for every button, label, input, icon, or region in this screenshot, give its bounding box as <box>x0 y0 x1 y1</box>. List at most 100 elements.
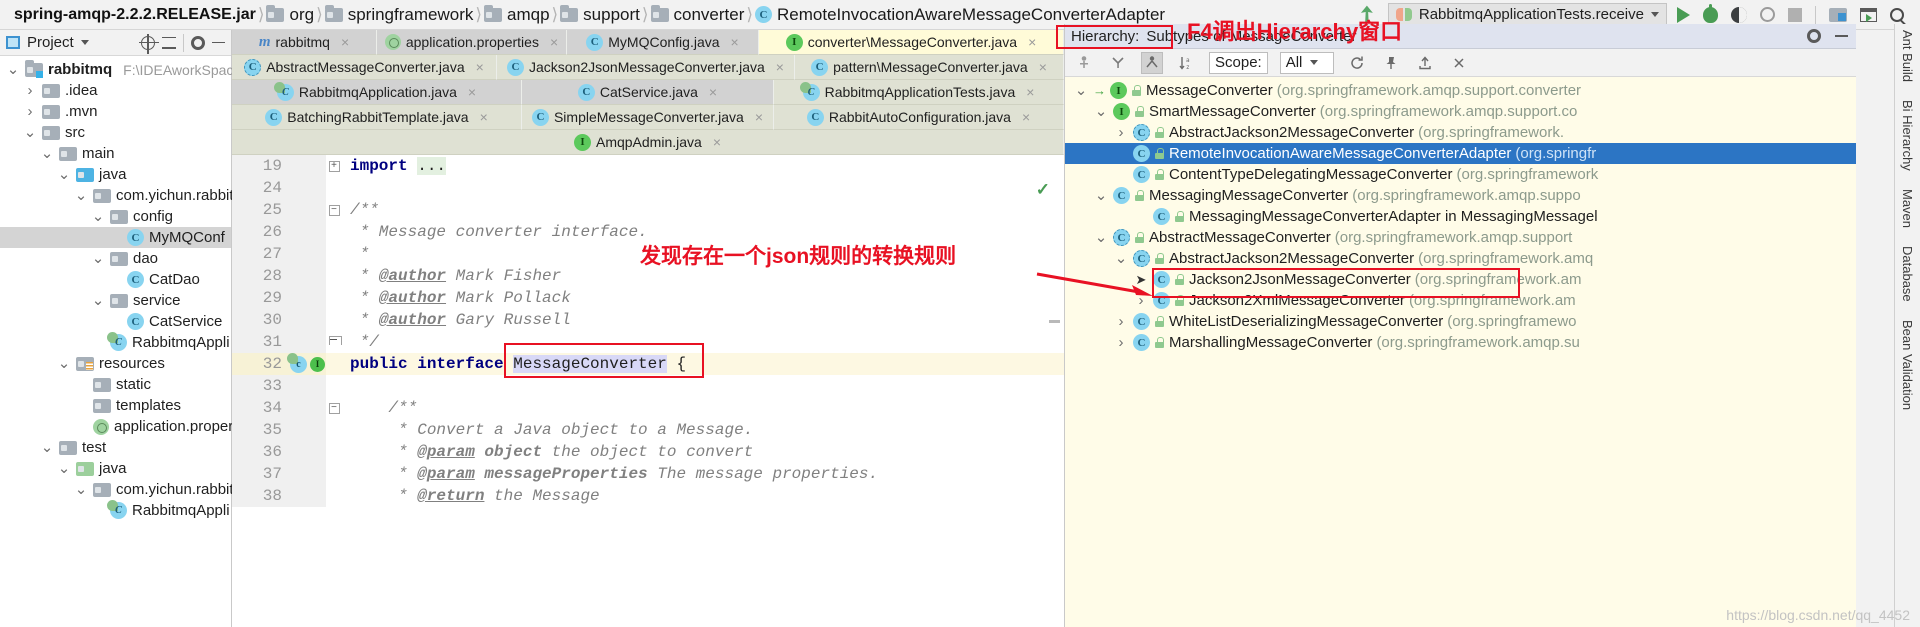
project-tree-item[interactable]: static <box>0 374 231 395</box>
run-with-coverage-icon[interactable] <box>1731 6 1747 23</box>
gutter-icons[interactable] <box>290 287 326 309</box>
project-tree-item[interactable]: ⌄ resources <box>0 353 231 374</box>
editor-tab[interactable]: I AmqpAdmin.java × <box>232 130 1064 155</box>
gutter-icons[interactable]: cI <box>287 352 326 375</box>
project-tree-item[interactable]: C RabbitmqAppli <box>0 332 231 353</box>
gutter-icons[interactable] <box>290 199 326 221</box>
gutter-icons[interactable] <box>290 243 326 265</box>
chevron-down-icon[interactable]: ⌄ <box>40 146 54 161</box>
project-tree-item[interactable]: ⌄ rabbitmq F:\IDEAworkSpace\rab <box>0 59 265 80</box>
code-line[interactable]: 35 * Convert a Java object to a Message. <box>232 419 1064 441</box>
code-viewport[interactable]: 19 + import ... 24 25−/** 26 * Message conver… <box>232 155 1064 627</box>
gutter-icons[interactable] <box>290 221 326 243</box>
scroll-from-source-icon[interactable] <box>139 33 159 54</box>
close-icon[interactable]: × <box>470 59 484 75</box>
chevron-right-icon[interactable]: › <box>23 82 37 99</box>
code-fold-toggle[interactable]: − <box>326 397 342 419</box>
project-tree-item[interactable]: application.proper <box>0 416 233 437</box>
chevron-down-icon[interactable]: ⌄ <box>40 440 54 455</box>
hierarchy-tree-item[interactable]: ⌄ → I MessageConverter (org.springframework… <box>1065 80 1856 101</box>
project-tree-item[interactable]: › .idea <box>0 80 231 101</box>
code-line[interactable]: 37 * @param messageProperties The messag… <box>232 463 1064 485</box>
chevron-down-icon[interactable]: ⌄ <box>91 209 105 224</box>
export-icon[interactable] <box>1414 52 1436 74</box>
hierarchy-tree-item[interactable]: ⌄ C MessagingMessageConverter (org.springf… <box>1065 185 1856 206</box>
collapse-all-icon[interactable] <box>162 36 176 49</box>
close-icon[interactable] <box>1448 52 1470 74</box>
gutter-icons[interactable] <box>290 441 326 463</box>
editor-tab[interactable]: C RabbitAutoConfiguration.java × <box>774 105 1064 130</box>
breadcrumb-item-amqp[interactable]: amqp <box>502 5 550 25</box>
search-everywhere-icon[interactable] <box>1890 7 1904 22</box>
code-line[interactable]: 34 − /** <box>232 397 1064 419</box>
hierarchy-tree-item[interactable]: › C MarshallingMessageConverter (org.sprin… <box>1065 332 1856 353</box>
select-opened-file-icon[interactable] <box>1860 7 1877 22</box>
chevron-down-icon[interactable]: ⌄ <box>74 482 88 497</box>
chevron-down-icon[interactable]: ⌄ <box>1093 104 1109 119</box>
editor-tab[interactable]: C RabbitmqApplication.java × <box>232 80 522 105</box>
chevron-right-icon[interactable]: › <box>1113 334 1129 351</box>
hierarchy-tree-item[interactable]: › C WhiteListDeserializingMessageConverter… <box>1065 311 1856 332</box>
tool-button-maven[interactable]: Maven <box>1900 189 1915 228</box>
close-icon[interactable]: × <box>335 34 349 50</box>
stop-icon[interactable] <box>1788 7 1802 22</box>
close-icon[interactable]: × <box>703 84 717 100</box>
hierarchy-tree-item[interactable]: C MessagingMessageConverterAdapter in Mes… <box>1065 206 1856 227</box>
code-line[interactable]: 19 + import ... <box>232 155 1064 177</box>
project-tree-item[interactable]: C CatDao <box>0 269 231 290</box>
chevron-down-icon[interactable]: ⌄ <box>23 125 37 140</box>
gutter-icons[interactable] <box>290 331 326 353</box>
chevron-down-icon[interactable]: ⌄ <box>57 461 71 476</box>
hierarchy-tree-item[interactable]: ⌄ C AbstractMessageConverter (org.springfr… <box>1065 227 1856 248</box>
project-tree-item[interactable]: ⌄ main <box>0 143 231 164</box>
code-fold-toggle[interactable]: + <box>326 155 342 177</box>
breadcrumb-item-springframework[interactable]: springframework <box>343 5 474 25</box>
project-tree-item[interactable]: ⌄ com.yichun.rabbit <box>0 479 234 500</box>
hierarchy-tree-item[interactable]: ⌄ C AbstractJackson2MessageConverter (org.… <box>1065 248 1856 269</box>
gutter-icons[interactable] <box>290 375 326 397</box>
code-line[interactable]: 29 * @author Mark Pollack <box>232 287 1064 309</box>
project-tree-item[interactable]: ⌄ src <box>0 122 231 143</box>
sort-alphabetically-icon[interactable]: az <box>1175 52 1197 74</box>
close-icon[interactable]: × <box>1016 109 1030 125</box>
gutter-icons[interactable] <box>290 309 326 331</box>
project-tree-item[interactable]: C MyMQConf <box>0 227 231 248</box>
editor-tab[interactable]: C MyMQConfig.java × <box>567 30 759 55</box>
close-icon[interactable]: × <box>749 109 763 125</box>
hierarchy-tree-item[interactable]: C ContentTypeDelegatingMessageConverter (… <box>1065 164 1856 185</box>
inspection-ok-icon[interactable]: ✓ <box>1036 180 1050 200</box>
tool-button-bean-validation[interactable]: Bean Validation <box>1900 320 1915 410</box>
gutter-icons[interactable] <box>290 155 326 177</box>
code-line[interactable]: 33 <box>232 375 1064 397</box>
supertypes-hierarchy-icon[interactable] <box>1073 52 1095 74</box>
editor-tab[interactable]: C SimpleMessageConverter.java × <box>522 105 774 130</box>
close-icon[interactable]: × <box>1033 59 1047 75</box>
chevron-down-icon[interactable]: ⌄ <box>1093 230 1109 245</box>
chevron-right-icon[interactable]: › <box>1113 313 1129 330</box>
project-panel-title[interactable]: Project <box>27 34 74 51</box>
code-fold-toggle[interactable] <box>326 331 342 353</box>
chevron-down-icon[interactable] <box>80 40 89 45</box>
editor-tab[interactable]: application.properties × <box>377 30 567 55</box>
project-tree-item[interactable]: templates <box>0 395 231 416</box>
spring-bean-icon[interactable]: c <box>287 352 307 373</box>
project-tree-item[interactable]: ⌄ service <box>0 290 231 311</box>
gutter-icons[interactable] <box>290 265 326 287</box>
close-icon[interactable]: × <box>1020 84 1034 100</box>
code-line[interactable]: 38 * @return the Message <box>232 485 1064 507</box>
tool-button-ant-build[interactable]: Ant Build <box>1900 30 1915 82</box>
scope-value-dropdown[interactable]: All <box>1279 51 1334 74</box>
gutter-icons[interactable] <box>290 419 326 441</box>
breadcrumb-jar[interactable]: spring-amqp-2.2.2.RELEASE.jar <box>6 6 256 24</box>
build-project-icon[interactable] <box>1829 7 1847 22</box>
chevron-down-icon[interactable]: ⌄ <box>1113 251 1129 266</box>
close-icon[interactable]: × <box>462 84 476 100</box>
editor-tab[interactable]: C RabbitmqApplicationTests.java × <box>774 80 1064 105</box>
gutter-icons[interactable] <box>290 177 326 199</box>
run-configuration-selector[interactable]: RabbitmqApplicationTests.receive <box>1387 2 1667 27</box>
close-icon[interactable]: × <box>474 109 488 125</box>
chevron-down-icon[interactable]: ⌄ <box>1093 188 1109 203</box>
editor-tab[interactable]: C Jackson2JsonMessageConverter.java × <box>497 55 795 80</box>
project-tree-item[interactable]: ⌄ com.yichun.rabbitm <box>0 185 246 206</box>
code-line[interactable]: 24 <box>232 177 1064 199</box>
